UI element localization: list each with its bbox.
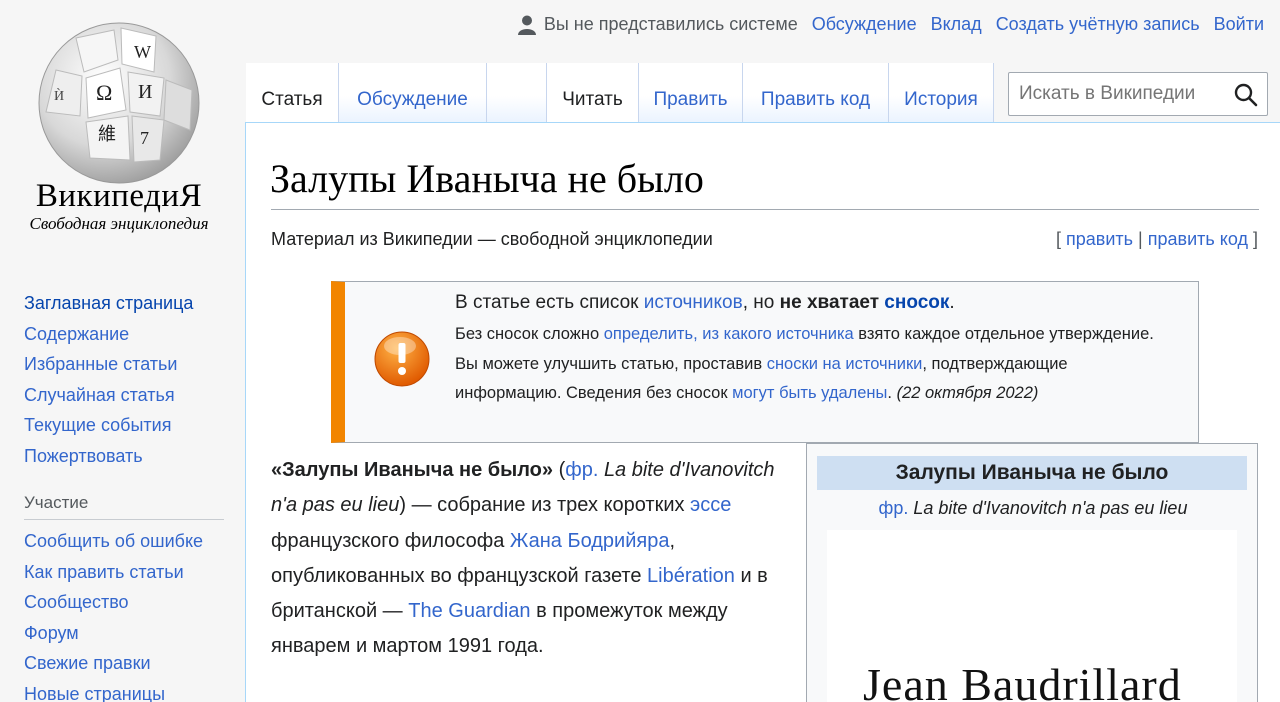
tab-article-label: Статья [261,89,323,110]
search-box [1008,72,1268,116]
tab-spacer [486,63,546,123]
sidebar-item-recent-changes[interactable]: Свежие правки [24,648,229,679]
tab-edit-label: Править [653,89,728,110]
title-divider [271,209,1259,210]
site-subtitle: Материал из Википедии — свободной энцикл… [271,229,713,249]
sidebar-item-featured[interactable]: Избранные статьи [24,349,229,380]
svg-text:7: 7 [140,128,149,148]
tab-discussion-label: Обсуждение [357,89,468,110]
article-lead: «Залупы Иваныча не было» (фр. La bite d'… [271,459,775,658]
svg-text:Ω: Ω [96,80,112,105]
guardian-link[interactable]: The Guardian [408,600,530,622]
section-edit-links: [ править | править код ] [1056,229,1258,250]
tab-read[interactable]: Читать [546,63,638,123]
wikipedia-logo[interactable]: Ω W И 維 Ѝ 7 ВикипедиЯ Свободная энциклоп… [0,0,245,260]
infobox-french-link[interactable]: фр. [879,498,909,518]
infobox-title: Залупы Иваныча не было [817,456,1247,490]
cover-author-text: Jean Baudrillard [863,659,1182,702]
edit-separator: | [1138,229,1143,249]
edit-bracket-open: [ [1055,229,1061,249]
user-icon [517,15,536,35]
tab-read-label: Читать [562,89,623,110]
sidebar-item-random[interactable]: Случайная статья [24,380,229,411]
essay-link[interactable]: эссе [690,494,731,516]
sidebar-item-forum[interactable]: Форум [24,618,229,649]
anon-status: Вы не представились системе [517,14,798,35]
svg-text:И: И [138,81,152,103]
tagline: Свободная энциклопедия [29,214,209,233]
tab-history[interactable]: История [888,63,994,123]
sidebar-item-donate[interactable]: Пожертвовать [24,441,229,472]
book-cover-image[interactable]: Jean Baudrillard [827,530,1237,702]
edit-link[interactable]: править [1066,229,1133,249]
notice-date: (22 октября 2022) [896,384,1039,402]
sidebar-heading-participation: Участие [24,493,224,520]
infobox-original-title: фр. La bite d'Ivanovitch n'a pas eu lieu [807,498,1259,519]
sidebar-item-current-events[interactable]: Текущие события [24,410,229,441]
page-title: Залупы Иваныча не было [270,156,704,201]
infobox-orig-text: La bite d'Ivanovitch n'a pas eu lieu [913,498,1188,518]
tab-edit-source[interactable]: Править код [742,63,888,123]
tab-edit[interactable]: Править [638,63,742,123]
search-input[interactable] [1019,83,1229,105]
personal-contrib-link[interactable]: Вклад [931,14,982,35]
personal-talk-link[interactable]: Обсуждение [812,14,917,35]
sources-link[interactable]: источников [644,292,743,313]
content-area: Залупы Иваныча не было Материал из Викип… [245,122,1280,702]
may-be-removed-link[interactable]: могут быть удалены [732,384,887,402]
article-title-bold: «Залупы Иваныча не было» [271,459,554,481]
sidebar-item-new-pages[interactable]: Новые страницы [24,679,229,702]
liberation-link[interactable]: Libération [647,565,735,587]
login-link[interactable]: Войти [1214,14,1264,35]
svg-text:維: 維 [98,124,116,145]
french-lang-link[interactable]: фр. [565,459,598,481]
sidebar-item-how-to-edit[interactable]: Как править статьи [24,557,229,588]
author-link[interactable]: Жана Бодрийяра [510,530,670,552]
sidebar-item-community[interactable]: Сообщество [24,587,229,618]
infobox: Залупы Иваныча не было фр. La bite d'Iva… [806,443,1258,702]
tab-edit-source-label: Править код [760,89,871,110]
notice-text: В статье есть список источников, но не х… [455,290,1175,409]
search-icon[interactable] [1233,82,1259,108]
sidebar: Заглавная страница Содержание Избранные … [24,288,229,702]
footnotes-link[interactable]: сносок [884,292,949,313]
sidebar-item-main-page[interactable]: Заглавная страница [24,288,229,319]
refimprove-notice: В статье есть список источников, но не х… [331,281,1199,443]
sidebar-item-report-error[interactable]: Сообщить об ошибке [24,526,229,557]
svg-text:W: W [134,42,151,62]
create-account-link[interactable]: Создать учётную запись [996,14,1200,35]
determine-source-link[interactable]: определить, из какого источника [604,325,854,343]
puzzle-globe-icon: Ω W И 維 Ѝ 7 [38,22,200,184]
notice-body: Без сносок сложно определить, из какого … [455,325,1154,402]
personal-tools: Вы не представились системе Обсуждение В… [517,14,1264,35]
warning-icon [374,331,430,387]
wordmark: ВикипедиЯ [35,178,203,214]
tab-history-label: История [904,89,978,110]
footnotes-help-link[interactable]: сноски на источники [767,355,923,373]
edit-source-link[interactable]: править код [1148,229,1248,249]
svg-text:Ѝ: Ѝ [54,87,64,104]
tab-discussion[interactable]: Обсуждение [338,63,486,123]
edit-bracket-close: ] [1252,229,1258,249]
anon-status-text: Вы не представились системе [543,14,798,34]
tab-article[interactable]: Статья [246,63,338,123]
sidebar-item-contents[interactable]: Содержание [24,319,229,350]
notice-heading: В статье есть список источников, но не х… [455,292,955,313]
